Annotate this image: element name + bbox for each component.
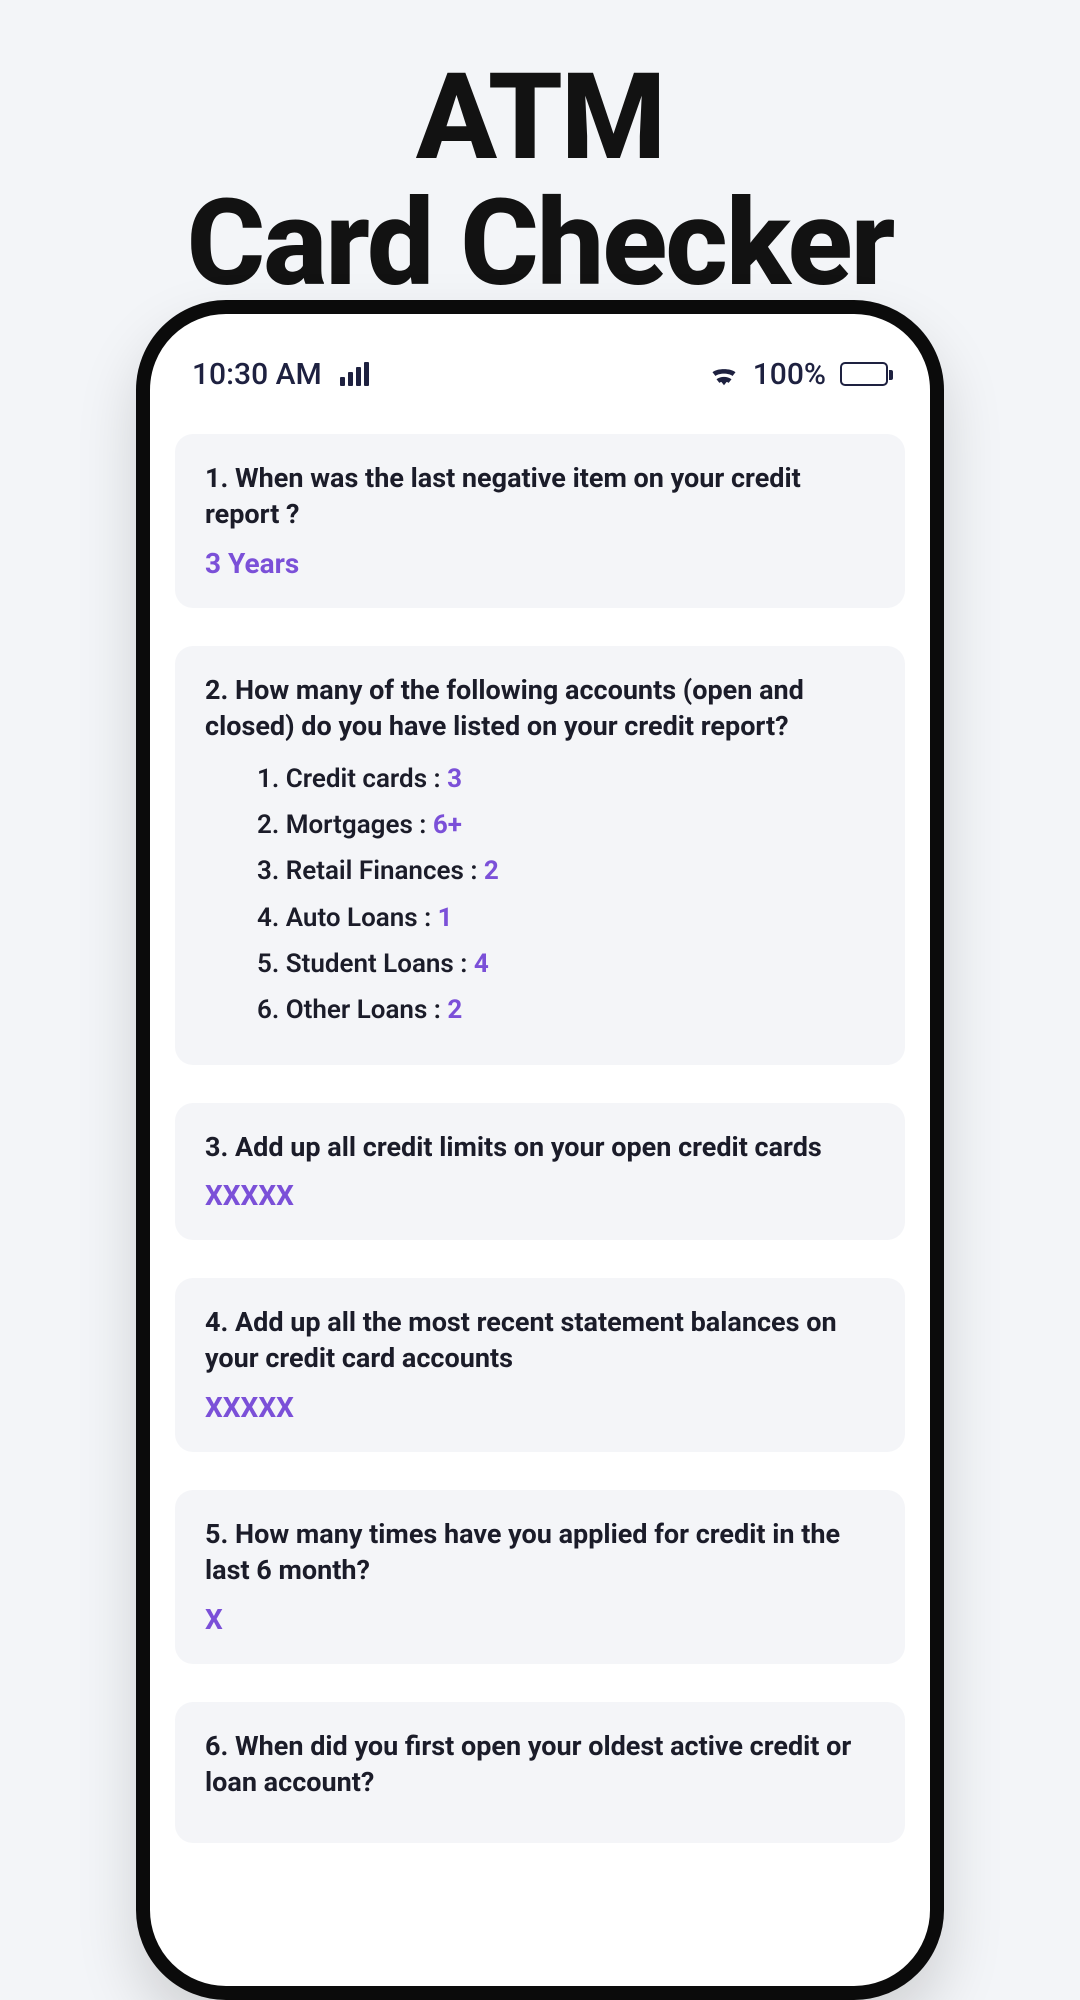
signal-icon (340, 362, 369, 386)
account-index: 4. (257, 903, 279, 933)
account-row: 3. Retail Finances : 2 (257, 851, 875, 891)
account-label: Auto Loans : (286, 903, 438, 933)
question-card-5[interactable]: 5. How many times have you applied for c… (175, 1490, 905, 1664)
account-label: Other Loans : (286, 995, 448, 1025)
account-index: 5. (257, 949, 279, 979)
account-row: 6. Other Loans : 2 (257, 990, 875, 1030)
status-battery-pct: 100% (753, 357, 826, 392)
screen-content: 1. When was the last negative item on yo… (150, 404, 930, 1843)
account-label: Credit cards : (286, 764, 447, 794)
answer-value: 3 Years (205, 547, 875, 580)
answer-value: X (205, 1603, 875, 1636)
status-left: 10:30 AM (192, 357, 369, 392)
account-value: 6+ (433, 810, 462, 840)
status-time: 10:30 AM (192, 357, 322, 392)
question-text: 2. How many of the following accounts (o… (205, 672, 875, 745)
question-text: 6. When did you first open your oldest a… (205, 1728, 875, 1801)
status-right: 100% (709, 357, 888, 392)
account-label: Retail Finances : (286, 856, 484, 886)
accounts-list: 1. Credit cards : 3 2. Mortgages : 6+ 3.… (205, 759, 875, 1031)
account-index: 1. (257, 764, 279, 794)
account-value: 2 (447, 995, 462, 1025)
account-row: 2. Mortgages : 6+ (257, 805, 875, 845)
account-row: 5. Student Loans : 4 (257, 944, 875, 984)
question-text: 1. When was the last negative item on yo… (205, 460, 875, 533)
app-title: ATM Card Checker (0, 0, 1080, 307)
account-index: 2. (257, 810, 279, 840)
status-bar: 10:30 AM 100% (150, 314, 930, 404)
question-card-6[interactable]: 6. When did you first open your oldest a… (175, 1702, 905, 1843)
question-text: 3. Add up all credit limits on your open… (205, 1129, 875, 1165)
account-value: 3 (447, 764, 462, 794)
app-title-line2: Card Checker (0, 181, 1080, 307)
answer-value: XXXXX (205, 1179, 875, 1212)
phone-frame: 10:30 AM 100% 1. When was the last negat… (136, 300, 944, 2000)
battery-icon (840, 362, 888, 386)
account-value: 1 (438, 903, 453, 933)
wifi-icon (709, 362, 739, 386)
account-row: 1. Credit cards : 3 (257, 759, 875, 799)
account-index: 3. (257, 856, 279, 886)
account-label: Mortgages : (286, 810, 433, 840)
question-card-3[interactable]: 3. Add up all credit limits on your open… (175, 1103, 905, 1240)
question-card-2[interactable]: 2. How many of the following accounts (o… (175, 646, 905, 1065)
app-title-line1: ATM (0, 55, 1080, 181)
question-card-1[interactable]: 1. When was the last negative item on yo… (175, 434, 905, 608)
question-text: 4. Add up all the most recent statement … (205, 1304, 875, 1377)
account-row: 4. Auto Loans : 1 (257, 898, 875, 938)
account-value: 2 (484, 856, 499, 886)
account-index: 6. (257, 995, 279, 1025)
answer-value: XXXXX (205, 1391, 875, 1424)
question-text: 5. How many times have you applied for c… (205, 1516, 875, 1589)
account-label: Student Loans : (286, 949, 474, 979)
question-card-4[interactable]: 4. Add up all the most recent statement … (175, 1278, 905, 1452)
account-value: 4 (474, 949, 489, 979)
